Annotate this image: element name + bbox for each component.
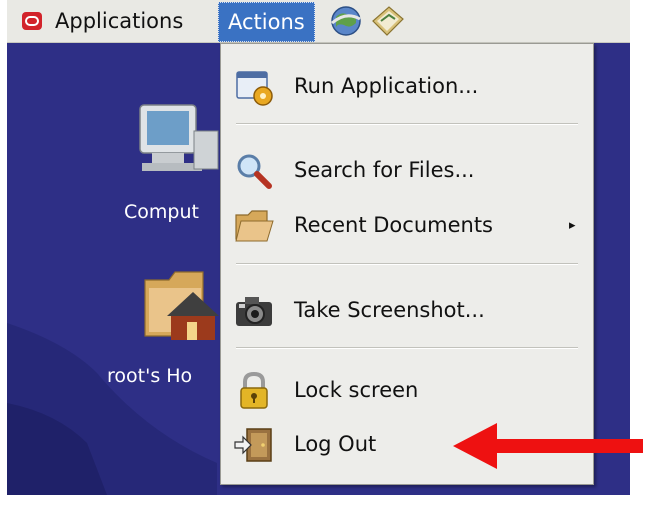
actions-menu-label: Actions	[228, 10, 305, 34]
menu-item-search-for-files[interactable]: Search for Files...	[221, 144, 593, 196]
lock-icon	[240, 371, 268, 409]
menu-item-run-application[interactable]: Run Application...	[221, 60, 593, 112]
red-arrow-annotation	[453, 423, 643, 469]
actions-dropdown-menu: Run Application... Search for Files... R…	[220, 43, 594, 485]
camera-icon	[236, 297, 272, 326]
search-icon	[237, 154, 272, 189]
desktop-icon-label-home[interactable]: root's Ho	[107, 365, 192, 387]
menu-separator	[236, 263, 578, 265]
menu-item-lock-screen[interactable]: Lock screen	[221, 364, 593, 416]
menu-item-label: Recent Documents	[294, 213, 493, 237]
applications-menu-label: Applications	[55, 9, 184, 33]
menu-item-label: Log Out	[294, 432, 377, 456]
run-application-icon	[236, 71, 273, 106]
menu-item-take-screenshot[interactable]: Take Screenshot...	[221, 284, 593, 336]
menu-item-label: Search for Files...	[294, 158, 475, 182]
folder-icon	[235, 210, 274, 242]
desktop-icon-label-computer[interactable]: Comput	[124, 201, 199, 223]
log-out-icon	[234, 428, 272, 462]
actions-menu[interactable]: Actions	[218, 2, 315, 42]
menu-item-label: Lock screen	[294, 378, 419, 402]
menu-item-recent-documents[interactable]: Recent Documents ▸	[221, 199, 593, 251]
web-browser-icon[interactable]	[328, 3, 364, 39]
oracle-logo-icon	[22, 12, 42, 30]
home-folder-icon[interactable]	[141, 266, 221, 344]
menu-item-label: Run Application...	[294, 74, 479, 98]
applications-menu[interactable]: Applications	[15, 2, 189, 40]
menu-item-label: Take Screenshot...	[294, 298, 485, 322]
email-icon[interactable]	[369, 3, 405, 39]
computer-icon[interactable]	[132, 101, 222, 181]
top-panel: Applications Actions	[7, 0, 630, 43]
submenu-arrow-icon: ▸	[569, 217, 576, 233]
menu-separator	[236, 123, 578, 125]
menu-separator	[236, 347, 578, 349]
